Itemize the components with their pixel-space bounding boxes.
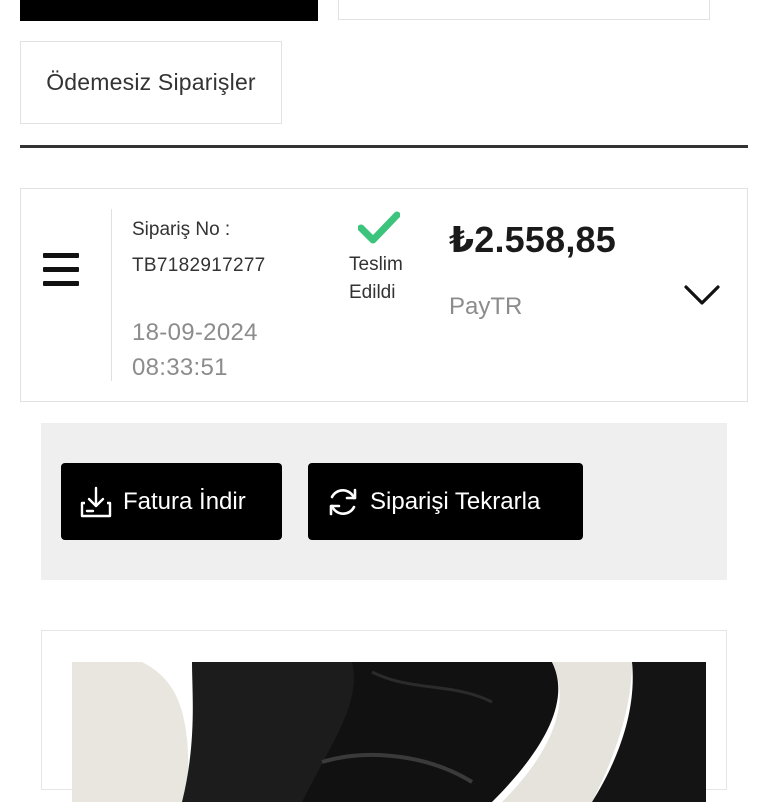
order-number: TB7182917277 xyxy=(132,255,266,276)
order-actions-panel: Fatura İndir Siparişi Tekrarla xyxy=(41,423,727,580)
product-card[interactable] xyxy=(41,630,727,802)
order-datetime: 18-09-2024 08:33:51 xyxy=(132,315,258,385)
refresh-icon xyxy=(329,488,357,515)
section-divider xyxy=(20,145,748,148)
download-icon xyxy=(80,486,112,517)
download-invoice-label: Fatura İndir xyxy=(123,487,246,515)
order-date: 18-09-2024 xyxy=(132,319,258,346)
status-badge: Teslim Edildi xyxy=(349,251,403,307)
tab-unpaid-orders-label: Ödemesiz Siparişler xyxy=(46,69,256,95)
order-card: Sipariş No : TB7182917277 18-09-2024 08:… xyxy=(20,188,748,402)
status-line-1: Teslim xyxy=(349,254,403,275)
payment-method: PayTR xyxy=(449,293,523,320)
hamburger-icon[interactable] xyxy=(43,253,81,287)
tab-unpaid-orders[interactable]: Ödemesiz Siparişler xyxy=(20,41,282,124)
chevron-down-icon[interactable] xyxy=(683,283,721,307)
product-image[interactable] xyxy=(72,662,706,802)
vertical-divider xyxy=(111,209,112,381)
order-time: 08:33:51 xyxy=(132,354,228,381)
reorder-button[interactable]: Siparişi Tekrarla xyxy=(308,463,583,540)
order-number-label: Sipariş No : xyxy=(132,219,231,240)
top-tab-active[interactable] xyxy=(20,0,318,21)
download-invoice-button[interactable]: Fatura İndir xyxy=(61,463,282,540)
reorder-label: Siparişi Tekrarla xyxy=(370,487,541,515)
status-line-2: Edildi xyxy=(349,282,396,303)
top-tab[interactable] xyxy=(338,0,710,20)
order-total: ₺2.558,85 xyxy=(449,219,616,260)
check-icon xyxy=(358,211,400,244)
